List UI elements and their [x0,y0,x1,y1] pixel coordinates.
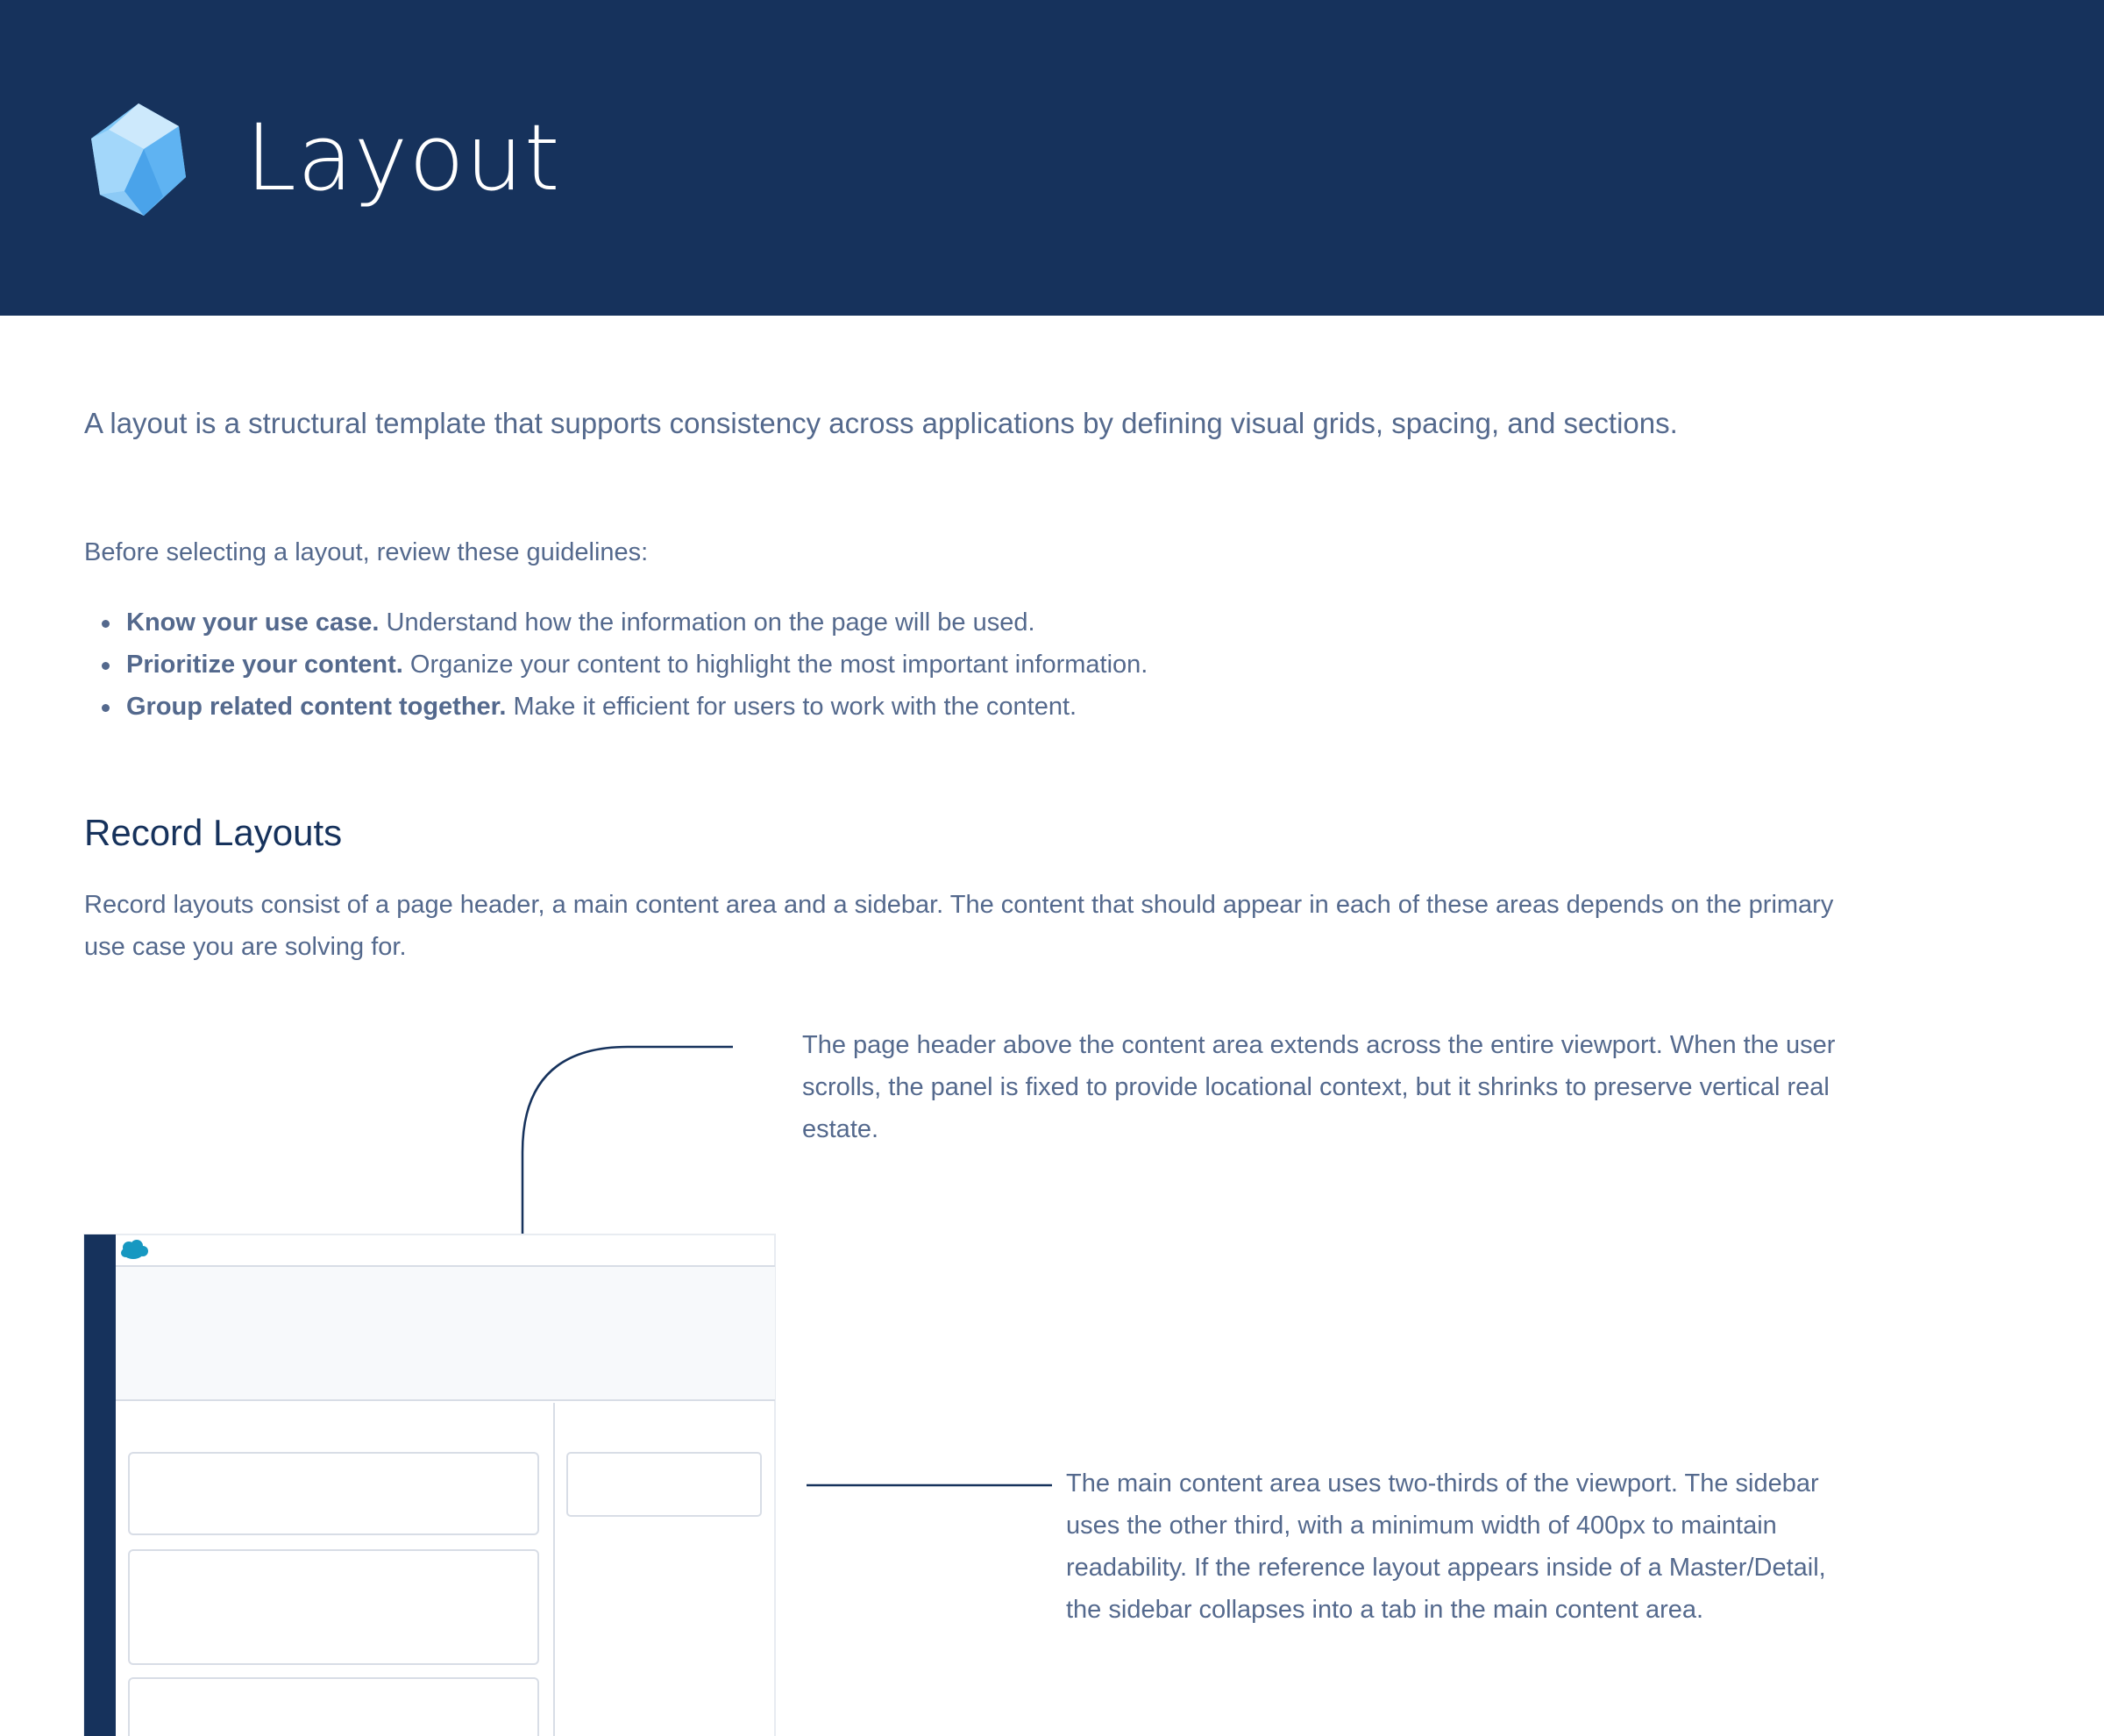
list-item: Prioritize your content. Organize your c… [101,644,1148,686]
guideline-term: Know your use case. [126,608,380,637]
guidelines-list: Know your use case. Understand how the i… [84,601,1148,728]
salesforce-cloud-icon [121,1240,148,1259]
list-item: Know your use case. Understand how the i… [101,601,1148,644]
guideline-text: Make it efficient for users to work with… [506,693,1077,721]
crystal-icon [91,103,186,216]
frame-outline [83,1234,776,1736]
intro-text: A layout is a structural template that s… [84,407,1678,439]
main-card [128,1677,539,1736]
page-title: Layout [245,104,561,211]
guideline-text: Organize your content to highlight the m… [402,651,1148,679]
page-header-panel [116,1267,775,1400]
guidelines-lead: Before selecting a layout, review these … [84,538,649,566]
main-card [128,1452,539,1535]
left-nav-bar [84,1234,116,1736]
section-description: Record layouts consist of a page header,… [84,891,1834,961]
page-header-annotation: The page header above the content area e… [802,1031,1836,1143]
section-title-record-layouts: Record Layouts [84,812,343,853]
guideline-term: Prioritize your content. [126,651,403,679]
page: Layout A layout is a structural template… [0,0,2104,1736]
main-content-annotation: The main content area uses two-thirds of… [1066,1469,1826,1624]
guideline-text: Understand how the information on the pa… [379,608,1035,637]
main-card [128,1549,539,1665]
guideline-term: Group related content together. [126,693,507,721]
header-callout-line [521,1045,733,1327]
list-item: Group related content together. Make it … [101,686,1148,728]
page-hero: Layout [0,0,2104,316]
sidebar-card [566,1452,762,1517]
